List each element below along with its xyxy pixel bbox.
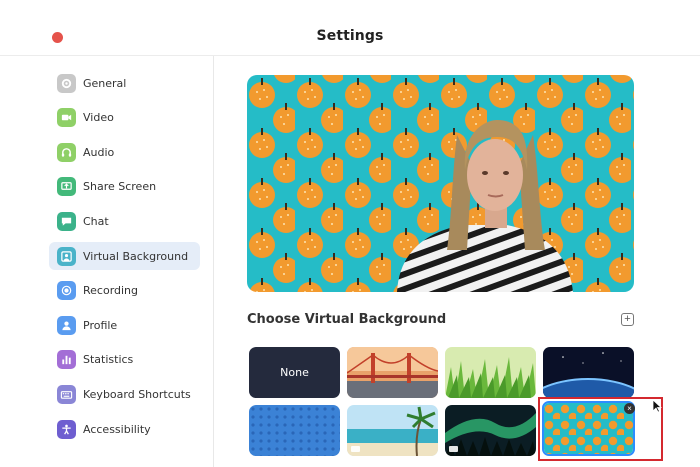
beach-image xyxy=(347,405,438,456)
blue-pattern-image xyxy=(249,405,340,456)
headphones-icon xyxy=(57,142,76,162)
keyboard-icon xyxy=(57,384,76,404)
sidebar-item-label: Statistics xyxy=(83,352,134,366)
share-screen-icon xyxy=(57,176,76,196)
gear-icon xyxy=(57,73,76,93)
selection-highlight xyxy=(538,397,663,461)
sidebar-item-label: Virtual Background xyxy=(83,249,189,263)
sidebar-item-label: Chat xyxy=(83,214,109,228)
settings-window: Settings General Video Audio Share Scree… xyxy=(0,0,700,467)
golden-gate-image xyxy=(347,347,438,398)
sidebar-item-virtual-background[interactable]: Virtual Background xyxy=(49,242,200,270)
background-thumb-beach[interactable] xyxy=(347,405,438,456)
section-title: Choose Virtual Background xyxy=(247,312,447,327)
record-icon xyxy=(57,280,76,300)
background-thumb-aurora[interactable] xyxy=(445,405,536,456)
sidebar-item-label: Share Screen xyxy=(83,179,157,193)
title-bar: Settings xyxy=(0,0,700,56)
mouse-cursor-icon xyxy=(652,399,662,413)
background-thumb-golden-gate[interactable] xyxy=(347,347,438,398)
accessibility-icon xyxy=(57,419,76,439)
sidebar-item-label: Accessibility xyxy=(83,422,151,436)
preview-image xyxy=(247,75,634,292)
video-camera-icon xyxy=(57,107,76,127)
person-icon xyxy=(57,315,76,335)
video-preview xyxy=(247,75,634,292)
sidebar-item-label: General xyxy=(83,76,127,90)
sidebar-item-profile[interactable]: Profile xyxy=(49,311,200,339)
settings-sidebar: General Video Audio Share Screen Chat Vi… xyxy=(0,56,214,467)
sidebar-item-general[interactable]: General xyxy=(49,69,200,97)
grass-image xyxy=(445,347,536,398)
earth-space-image xyxy=(543,347,634,398)
remove-background-button[interactable]: × xyxy=(624,403,635,414)
close-icon: × xyxy=(627,404,632,413)
sidebar-item-label: Recording xyxy=(83,283,139,297)
background-thumb-earth[interactable] xyxy=(543,347,634,398)
plus-icon: + xyxy=(624,313,631,325)
sidebar-item-label: Video xyxy=(83,110,114,124)
virtual-background-panel: Choose Virtual Background + None × xyxy=(214,56,700,467)
sidebar-item-share-screen[interactable]: Share Screen xyxy=(49,172,200,200)
background-thumb-grass[interactable] xyxy=(445,347,536,398)
video-camera-icon xyxy=(351,446,360,452)
sidebar-item-chat[interactable]: Chat xyxy=(49,207,200,235)
background-thumb-none[interactable]: None xyxy=(249,347,340,398)
sidebar-item-label: Profile xyxy=(83,318,118,332)
chat-bubble-icon xyxy=(57,211,76,231)
sidebar-item-label: Audio xyxy=(83,145,115,159)
add-background-button[interactable]: + xyxy=(621,313,634,326)
sidebar-item-video[interactable]: Video xyxy=(49,103,200,131)
sidebar-item-recording[interactable]: Recording xyxy=(49,276,200,304)
sidebar-item-label: Keyboard Shortcuts xyxy=(83,387,191,401)
person-background-icon xyxy=(57,246,76,266)
video-camera-icon xyxy=(449,446,458,452)
aurora-image xyxy=(445,405,536,456)
sidebar-item-accessibility[interactable]: Accessibility xyxy=(49,415,200,443)
bar-chart-icon xyxy=(57,349,76,369)
window-title: Settings xyxy=(316,28,384,44)
sidebar-item-audio[interactable]: Audio xyxy=(49,138,200,166)
sidebar-item-keyboard-shortcuts[interactable]: Keyboard Shortcuts xyxy=(49,380,200,408)
sidebar-item-statistics[interactable]: Statistics xyxy=(49,345,200,373)
thumb-label: None xyxy=(280,366,309,379)
background-thumb-blue-pattern[interactable] xyxy=(249,405,340,456)
